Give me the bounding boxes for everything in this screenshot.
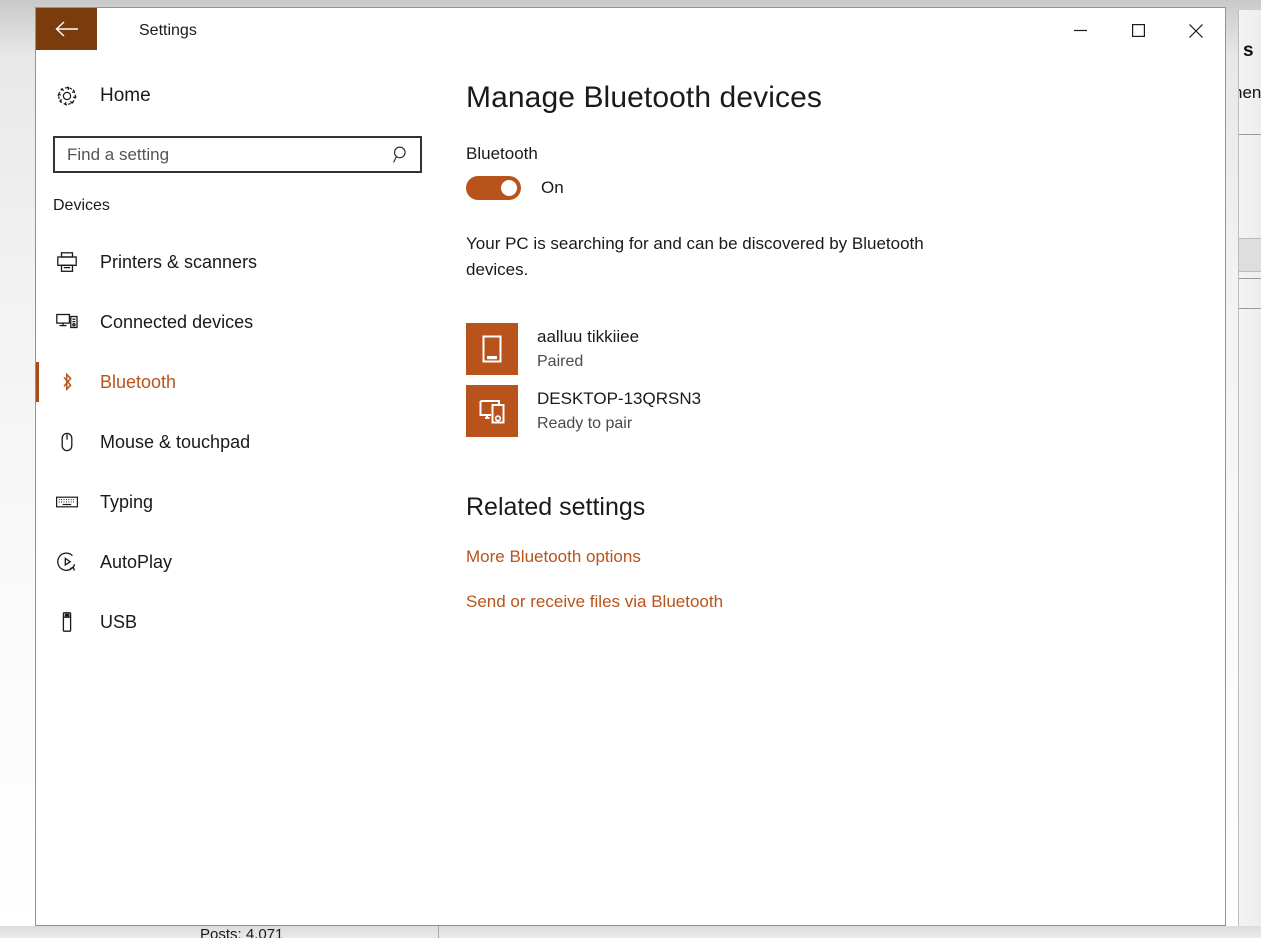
background-right-pane: s nen [1238, 10, 1261, 938]
sidebar-item-autoplay[interactable]: AutoPlay [36, 532, 466, 592]
background-scroll-band [1239, 238, 1261, 272]
sidebar-group-label: Devices [53, 197, 110, 214]
autoplay-icon [55, 550, 91, 574]
sidebar-nav: Printers & scanners Connected devices Bl… [36, 232, 466, 652]
device-info: DESKTOP-13QRSN3 Ready to pair [537, 387, 701, 435]
link-send-receive-files[interactable]: Send or receive files via Bluetooth [466, 592, 723, 612]
background-bottom-divider [438, 926, 439, 938]
back-button[interactable] [36, 8, 97, 50]
printer-icon [55, 250, 91, 274]
sidebar-item-label: Bluetooth [100, 371, 177, 392]
search-icon[interactable] [382, 145, 420, 164]
sidebar-item-bluetooth[interactable]: Bluetooth [36, 352, 466, 412]
maximize-icon [1131, 24, 1145, 37]
device-info: aalluu tikkiiee Paired [537, 325, 639, 373]
settings-window: Settings Home Find a setting Devices Pri… [35, 7, 1226, 926]
sidebar-item-label: Mouse & touchpad [100, 431, 251, 452]
background-text-fragment-1: s [1243, 40, 1254, 61]
bluetooth-section-label: Bluetooth [466, 144, 538, 163]
sidebar-item-printers-scanners[interactable]: Printers & scanners [36, 232, 466, 292]
sidebar-item-label: AutoPlay [100, 551, 173, 572]
main-pane: Manage Bluetooth devices Bluetooth On Yo… [466, 53, 1225, 925]
window-content: Home Devices [36, 53, 1225, 925]
sidebar-item-label: Printers & scanners [100, 251, 258, 272]
sidebar-item-typing[interactable]: Typing [36, 472, 466, 532]
background-divider [1239, 134, 1261, 135]
device-list-item[interactable]: DESKTOP-13QRSN3 Ready to pair [466, 380, 1106, 442]
link-more-bluetooth-options[interactable]: More Bluetooth options [466, 547, 641, 567]
usb-icon [55, 610, 91, 634]
minimize-icon [1073, 29, 1087, 32]
background-text-fragment-2: nen [1239, 83, 1261, 102]
search-box[interactable] [53, 136, 422, 173]
sidebar-item-connected-devices[interactable]: Connected devices [36, 292, 466, 352]
device-name: aalluu tikkiiee [537, 327, 640, 347]
sidebar-item-home[interactable]: Home [36, 73, 466, 119]
sidebar-item-mouse-touchpad[interactable]: Mouse & touchpad [36, 412, 466, 472]
close-button[interactable] [1167, 8, 1225, 53]
sidebar-item-label: USB [100, 611, 138, 632]
title-bar: Settings [36, 8, 1225, 53]
toggle-knob [501, 180, 517, 196]
bluetooth-icon [55, 370, 91, 394]
background-divider [1239, 308, 1261, 309]
device-list: aalluu tikkiiee Paired DESKTOP-13QRSN3 R… [466, 318, 1225, 442]
monitor-phone-icon [466, 385, 518, 437]
sidebar-item-label: Typing [100, 491, 154, 512]
bluetooth-toggle-state: On [541, 178, 564, 197]
bluetooth-toggle-row: On [466, 176, 1225, 200]
device-name: DESKTOP-13QRSN3 [537, 389, 702, 409]
gear-icon [55, 84, 91, 108]
maximize-button[interactable] [1109, 8, 1167, 53]
background-bottom-pane: Posts: 4,071 [0, 926, 1261, 938]
search-input[interactable] [55, 138, 382, 171]
sidebar-home-label: Home [100, 85, 151, 106]
discovery-description: Your PC is searching for and can be disc… [466, 234, 924, 279]
device-list-item[interactable]: aalluu tikkiiee Paired [466, 318, 1106, 380]
device-status: Ready to pair [537, 414, 633, 432]
background-divider [1239, 278, 1261, 279]
page-title: Manage Bluetooth devices [466, 81, 822, 114]
sidebar-item-usb[interactable]: USB [36, 592, 466, 652]
sidebar: Home Devices [36, 53, 466, 925]
desktop-root: s nen Posts: 4,071 Settings [0, 0, 1261, 938]
back-arrow-icon [54, 21, 78, 37]
window-title: Settings [139, 21, 197, 39]
minimize-button[interactable] [1051, 8, 1109, 53]
phone-icon [466, 323, 518, 375]
selection-indicator [36, 362, 39, 402]
window-controls [1051, 8, 1225, 53]
keyboard-icon [55, 490, 91, 514]
sidebar-item-label: Connected devices [100, 311, 254, 332]
background-bottom-text: Posts: 4,071 [200, 926, 284, 938]
close-icon [1189, 23, 1203, 38]
related-settings-title: Related settings [466, 493, 646, 521]
mouse-icon [55, 430, 91, 454]
connected-devices-icon [55, 310, 91, 334]
bluetooth-toggle[interactable] [466, 176, 521, 200]
device-status: Paired [537, 352, 584, 370]
